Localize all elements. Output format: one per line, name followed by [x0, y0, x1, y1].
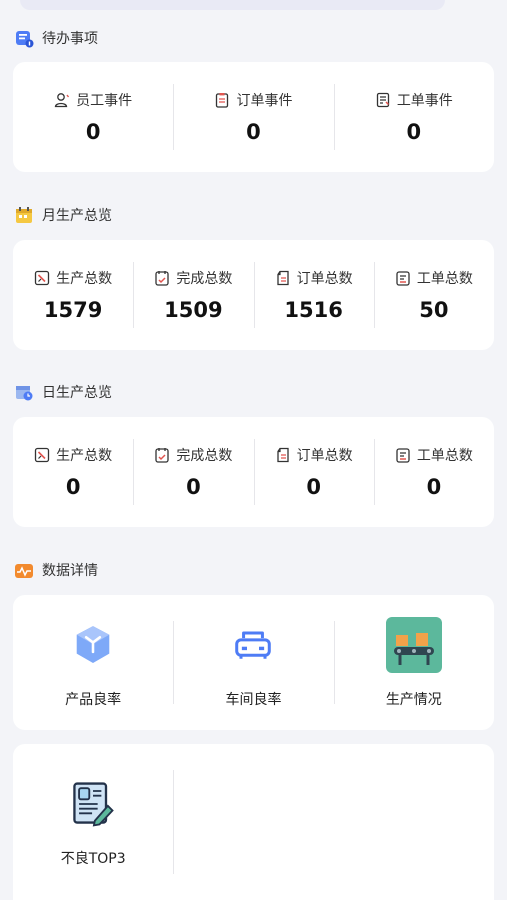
stat-label: 完成总数 [176, 448, 233, 464]
employee-events-stat[interactable]: 员工事件 0 [13, 62, 173, 172]
daily-title: 日生产总览 [42, 385, 112, 401]
daily-production-stat[interactable]: 生产总数 0 [13, 417, 133, 527]
calendar-day-icon [16, 386, 33, 401]
top-search-strip [20, 0, 445, 10]
empty-tile [173, 744, 333, 900]
stat-label: 订单总数 [296, 271, 353, 287]
pending-card: 员工事件 0 订单事件 0 工单事件 0 [13, 62, 494, 172]
calendar-month-icon [16, 207, 32, 223]
stat-value: 0 [246, 120, 261, 144]
stat-label: 完成总数 [176, 271, 233, 287]
workshop-yield-tile[interactable]: 车间良率 [173, 595, 333, 730]
conveyor-icon [385, 616, 442, 673]
todo-list-icon [16, 31, 34, 48]
stat-label: 订单事件 [236, 93, 293, 109]
stat-value: 0 [306, 475, 321, 499]
workorder-events-stat[interactable]: 工单事件 0 [333, 62, 494, 172]
stat-label: 工单总数 [416, 271, 473, 287]
completed-icon [155, 448, 170, 463]
details-card-2: 不良TOP3 [13, 744, 494, 900]
stat-value: 0 [85, 120, 101, 144]
stat-label: 员工事件 [76, 93, 133, 109]
completed-icon [155, 271, 170, 286]
workorder-icon [396, 448, 410, 463]
order-events-stat[interactable]: 订单事件 0 [173, 62, 333, 172]
person-icon [54, 93, 70, 108]
data-pulse-icon [15, 564, 33, 578]
report-icon [73, 782, 114, 827]
monthly-orders-stat[interactable]: 订单总数 1516 [253, 240, 374, 350]
workshop-icon [235, 631, 272, 659]
tile-label: 生产情况 [385, 691, 442, 708]
monthly-completed-stat[interactable]: 完成总数 1509 [133, 240, 253, 350]
stat-value: 1516 [284, 298, 343, 322]
production-status-tile[interactable]: 生产情况 [333, 595, 494, 730]
monthly-workorders-stat[interactable]: 工单总数 50 [373, 240, 494, 350]
daily-card: 生产总数 0 完成总数 0 订单总数 0 工单总数 0 [13, 417, 494, 527]
details-title: 数据详情 [42, 563, 98, 579]
stat-label: 工单事件 [396, 93, 453, 109]
stat-value: 0 [426, 475, 442, 499]
pending-section-header: 待办事项 [14, 26, 98, 50]
production-icon [34, 270, 50, 286]
workorder-icon [396, 271, 410, 286]
product-yield-tile[interactable]: 产品良率 [13, 595, 173, 730]
stat-label: 工单总数 [416, 448, 473, 464]
stat-value: 0 [65, 475, 81, 499]
order-doc-icon [276, 447, 289, 463]
stat-label: 订单总数 [296, 448, 353, 464]
stat-label: 生产总数 [56, 448, 113, 464]
stat-value: 1579 [43, 298, 103, 322]
order-clipboard-icon [216, 93, 229, 108]
production-icon [34, 447, 50, 463]
defect-top3-tile[interactable]: 不良TOP3 [13, 744, 173, 900]
details-section-header: 数据详情 [14, 558, 98, 582]
daily-section-header: 日生产总览 [14, 380, 112, 404]
stat-label: 生产总数 [56, 271, 113, 287]
order-doc-icon [276, 270, 289, 286]
workorder-doc-icon [376, 92, 389, 108]
monthly-card: 生产总数 1579 完成总数 1509 订单总数 1516 工单总数 50 [13, 240, 494, 350]
daily-workorders-stat[interactable]: 工单总数 0 [373, 417, 494, 527]
stat-value: 1509 [164, 298, 223, 322]
daily-completed-stat[interactable]: 完成总数 0 [133, 417, 253, 527]
tile-label: 产品良率 [65, 691, 122, 708]
stat-value: 50 [419, 298, 449, 322]
details-card-1: 产品良率 车间良率 生产情况 [13, 595, 494, 730]
monthly-production-stat[interactable]: 生产总数 1579 [13, 240, 133, 350]
tile-label: 车间良率 [225, 691, 282, 708]
cube-icon [76, 625, 110, 663]
monthly-title: 月生产总览 [42, 208, 112, 224]
pending-title: 待办事项 [42, 31, 98, 47]
monthly-section-header: 月生产总览 [14, 203, 112, 227]
tile-label: 不良TOP3 [60, 851, 126, 867]
daily-orders-stat[interactable]: 订单总数 0 [253, 417, 374, 527]
stat-value: 0 [406, 120, 422, 144]
stat-value: 0 [186, 475, 201, 499]
